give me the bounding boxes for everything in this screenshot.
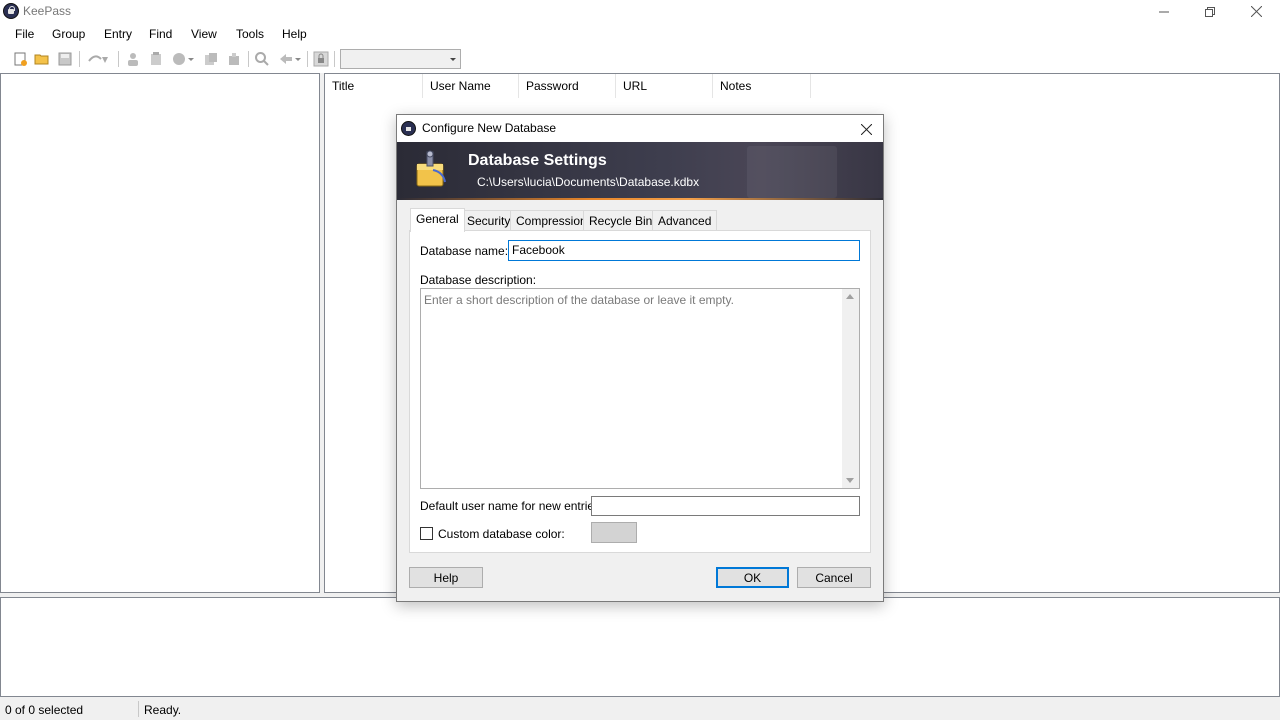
cancel-button[interactable]: Cancel — [797, 567, 871, 588]
lock-workspace-button[interactable] — [312, 50, 330, 68]
lock-icon — [313, 51, 329, 67]
status-separator — [138, 701, 139, 717]
save-button[interactable] — [56, 50, 74, 68]
ok-button[interactable]: OK — [716, 567, 789, 588]
toolbar-separator — [248, 51, 249, 67]
menu-tools[interactable]: Tools — [236, 27, 264, 41]
restore-button[interactable] — [1187, 0, 1233, 23]
database-name-value: Facebook — [512, 243, 565, 257]
database-description-textarea[interactable]: Enter a short description of the databas… — [420, 288, 860, 489]
database-settings-icon — [416, 150, 446, 187]
default-user-name-label: Default user name for new entries: — [420, 499, 604, 513]
close-icon — [1250, 6, 1262, 17]
sync-icon — [88, 55, 108, 63]
general-tab-panel: Database name: Facebook Database descrip… — [409, 230, 871, 553]
quick-find-combobox[interactable] — [340, 49, 461, 69]
find-button[interactable] — [253, 50, 271, 68]
status-bar: 0 of 0 selected Ready. — [0, 698, 1280, 720]
new-database-icon — [14, 52, 27, 66]
toolbar — [0, 45, 1280, 73]
keepass-lock-icon — [3, 3, 19, 19]
dialog-close-button[interactable] — [855, 118, 877, 140]
tab-advanced[interactable]: Advanced — [652, 210, 718, 230]
close-icon — [860, 123, 872, 135]
minimize-button[interactable] — [1141, 0, 1187, 23]
group-tree[interactable] — [0, 73, 320, 593]
banner-title: Database Settings — [468, 152, 607, 169]
banner-decoration — [747, 146, 837, 198]
database-name-label: Database name: — [420, 244, 509, 258]
add-entry-icon — [128, 53, 138, 66]
scroll-down-arrow-icon[interactable] — [846, 478, 854, 483]
status-text: Ready. — [144, 703, 182, 717]
window-title: KeePass — [23, 4, 72, 18]
autotype-button[interactable] — [276, 50, 304, 68]
toolbar-separator — [118, 51, 119, 67]
autotype-icon — [280, 54, 301, 64]
menu-entry[interactable]: Entry — [104, 27, 132, 41]
menu-help[interactable]: Help — [282, 27, 307, 41]
dialog-title: Configure New Database — [422, 121, 557, 135]
menu-view[interactable]: View — [191, 27, 217, 41]
dialog-banner: Database Settings C:\Users\lucia\Documen… — [397, 142, 883, 200]
copy-password-button[interactable] — [225, 50, 243, 68]
minimize-icon — [1159, 11, 1169, 12]
entry-detail-pane[interactable] — [0, 597, 1280, 697]
banner-stripe — [397, 198, 883, 200]
default-user-name-input[interactable] — [591, 496, 860, 516]
configure-database-dialog: Configure New Database Database Settings… — [396, 114, 884, 602]
menu-group[interactable]: Group — [52, 27, 85, 41]
column-header-password[interactable]: Password — [519, 74, 616, 98]
column-header-notes[interactable]: Notes — [713, 74, 811, 98]
column-header-url[interactable]: URL — [616, 74, 713, 98]
restore-icon — [1205, 6, 1215, 17]
custom-color-swatch-button[interactable] — [591, 522, 637, 543]
database-description-label: Database description: — [420, 273, 537, 287]
tab-compression[interactable]: Compression — [510, 210, 593, 230]
copy-username-button[interactable] — [202, 50, 220, 68]
description-scrollbar[interactable] — [842, 289, 859, 488]
column-header-user-name[interactable]: User Name — [423, 74, 519, 98]
selection-count: 0 of 0 selected — [5, 703, 84, 717]
scroll-up-arrow-icon[interactable] — [846, 294, 854, 299]
tab-general[interactable]: General — [410, 208, 465, 232]
menu-file[interactable]: File — [15, 27, 34, 41]
open-database-icon — [34, 54, 49, 65]
entry-dropdown-icon — [173, 53, 194, 65]
custom-color-label: Custom database color: — [438, 527, 565, 541]
copy-username-icon — [205, 53, 217, 65]
column-header-title[interactable]: Title — [325, 74, 423, 98]
database-name-input[interactable]: Facebook — [508, 240, 860, 261]
dialog-lock-icon — [401, 121, 416, 136]
sync-button[interactable] — [85, 50, 113, 68]
open-database-button[interactable] — [33, 50, 51, 68]
copy-password-icon — [229, 53, 239, 65]
help-button[interactable]: Help — [409, 567, 483, 588]
toolbar-separator — [334, 51, 335, 67]
dialog-title-bar: Configure New Database — [397, 115, 883, 142]
find-icon — [255, 52, 269, 66]
save-icon — [58, 52, 72, 66]
tab-security[interactable]: Security — [461, 210, 517, 230]
entry-list-header: Title User Name Password URL Notes — [325, 74, 1279, 98]
new-database-button[interactable] — [11, 50, 29, 68]
custom-color-checkbox[interactable] — [420, 527, 433, 540]
title-bar: KeePass — [0, 0, 1280, 23]
close-window-button[interactable] — [1233, 0, 1279, 23]
edit-entry-icon — [151, 52, 161, 65]
add-entry-button[interactable] — [124, 50, 142, 68]
tab-recycle-bin[interactable]: Recycle Bin — [583, 210, 659, 230]
entry-dropdown-button[interactable] — [169, 50, 197, 68]
menu-bar: File Group Entry Find View Tools Help — [0, 23, 1280, 45]
database-path: C:\Users\lucia\Documents\Database.kdbx — [477, 175, 700, 189]
toolbar-separator — [307, 51, 308, 67]
edit-entry-button[interactable] — [147, 50, 165, 68]
menu-find[interactable]: Find — [149, 27, 172, 41]
description-placeholder: Enter a short description of the databas… — [424, 293, 734, 307]
toolbar-separator — [79, 51, 80, 67]
